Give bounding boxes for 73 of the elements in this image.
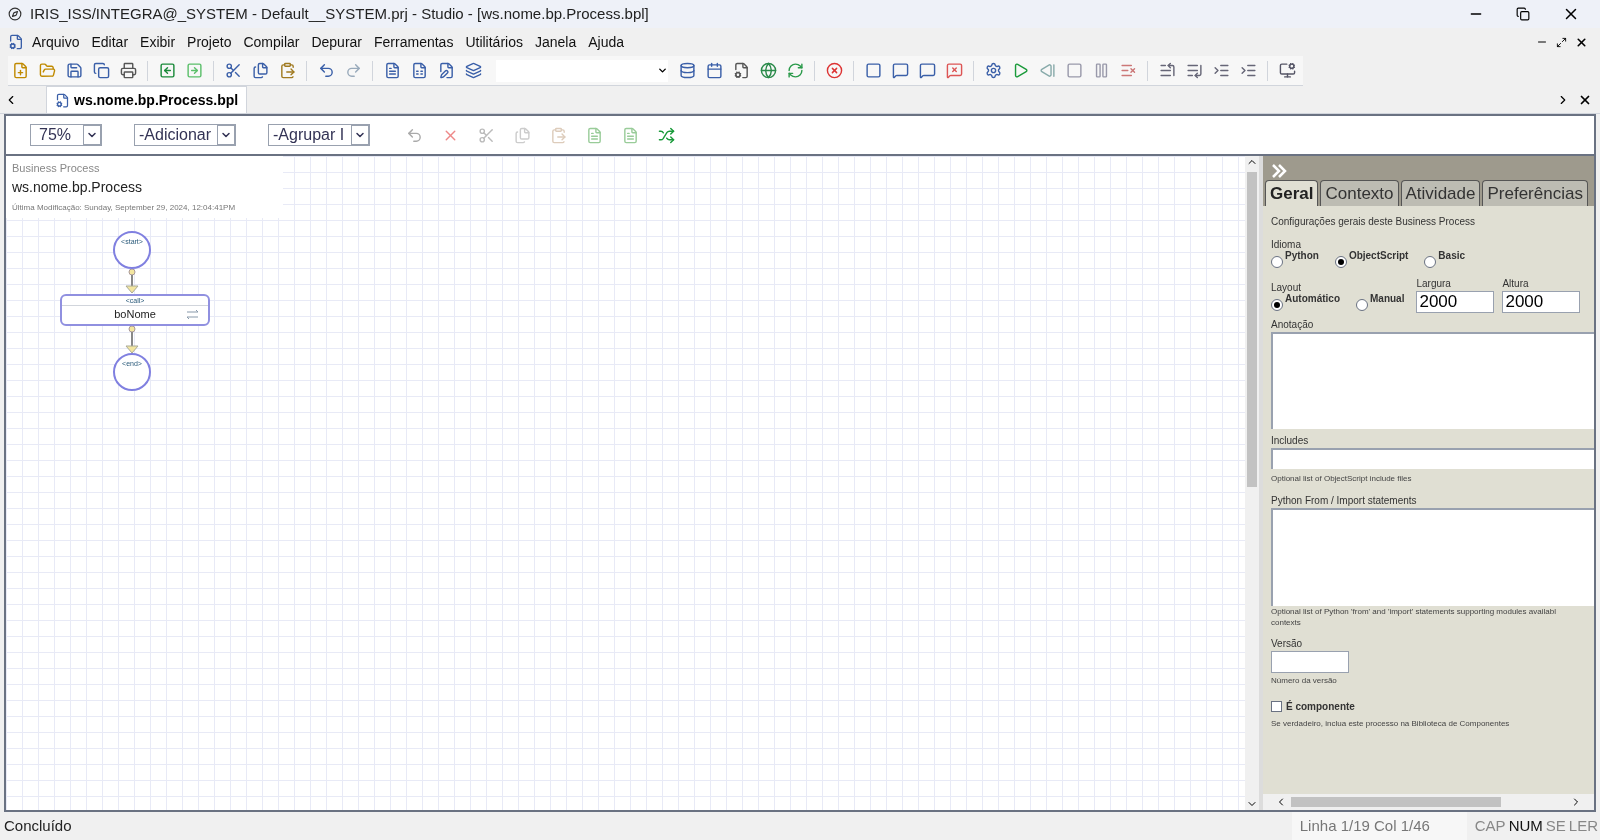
connector [125,268,139,294]
vertical-scrollbar[interactable] [1245,156,1259,810]
field-label: Anotação [1271,318,1315,332]
window-title: IRIS_ISS/INTEGRA@_SYSTEM - Default__SYSTEM.prj - Studio - [ws.nome.bp.Process.bpl] [30,3,649,24]
radio-button[interactable] [1271,299,1283,311]
cursor-position: Linha 1/19 Col 1/46 [1291,812,1467,840]
radio-label: Automático [1285,293,1340,306]
imports-field[interactable] [1271,508,1594,606]
document-tab[interactable]: ws.nome.bp.Process.bpl [46,86,248,113]
radio-button[interactable] [1334,256,1347,268]
checkbox[interactable] [1271,701,1282,712]
field-hint: contexts [1271,617,1302,628]
app-icon [8,7,22,21]
width-field[interactable]: 2000 [1416,291,1495,313]
field-label: Largura [1416,277,1452,291]
status-indicator: SE [1545,815,1566,836]
menu-item[interactable]: Utilitários [461,31,527,53]
panel-tab[interactable]: Preferências [1482,180,1588,206]
annotation-field[interactable] [1271,332,1594,429]
process-name: ws.nome.bp.Process [12,177,143,197]
process-type: Business Process [12,161,101,176]
radio-button[interactable] [1356,299,1368,311]
field-label: Python From / Import statements [1271,494,1418,508]
field-hint: Número da versão [1271,675,1338,687]
menu-item[interactable]: Exibir [136,31,180,53]
document-icon [55,92,70,108]
radio-label: Python [1285,249,1319,263]
status-indicator: LER [1568,815,1598,836]
close-document-icon[interactable] [1575,35,1588,49]
connector [125,325,139,354]
height-field[interactable]: 2000 [1502,291,1581,313]
menu-item[interactable]: Depurar [307,31,367,53]
dropdown-field[interactable] [496,59,668,82]
modified-date: Última Modificação: Sunday, September 29, 2024, 12:04:41PM [12,201,237,214]
panel-tab[interactable]: Atividade [1400,180,1481,206]
field-label: Includes [1271,434,1310,448]
checkbox-label: É componente [1286,699,1355,714]
panel-tab[interactable]: Contexto [1320,180,1399,206]
field-hint: Optional list of ObjectScript include files [1271,473,1413,485]
menu-item[interactable]: Arquivo [28,31,84,53]
field-label: Idioma [1271,238,1302,251]
includes-field[interactable] [1271,448,1594,469]
exchange-icon [186,310,200,319]
radio-label: Manual [1370,292,1405,306]
collapse-icon[interactable] [1271,164,1287,178]
menu-item[interactable]: Ajuda [584,31,629,53]
menu-item[interactable]: Compilar [239,31,304,53]
radio-button[interactable] [1424,256,1437,268]
radio-button[interactable] [1271,256,1283,268]
field-label: Altura [1502,277,1530,291]
menu-item[interactable]: Janela [530,31,581,53]
group-select[interactable]: -Agrupar I [268,124,370,146]
status-indicator: CAP [1474,815,1506,836]
menu-item[interactable]: Ferramentas [370,31,458,53]
restore-icon[interactable] [1516,7,1530,21]
panel-tab[interactable]: Geral [1265,180,1319,206]
restore-document-icon[interactable] [1556,36,1567,48]
version-field[interactable] [1271,651,1349,673]
field-hint: Se verdadeiro, inclua este processo na Biblioteca de Componentes [1271,718,1511,730]
menu-item[interactable]: Projeto [183,31,236,53]
menu-item[interactable]: Editar [87,31,133,53]
app-menu-icon[interactable] [8,34,24,50]
field-label: Versão [1271,637,1304,651]
caret-icon [657,65,668,76]
field-label: Layout [1271,281,1302,295]
zoom-select[interactable]: 75% [30,124,102,146]
add-select[interactable]: -Adicionar [134,124,236,146]
field-hint: Optional list of Python 'from' and 'import' statements supporting modules availabl [1271,606,1557,617]
radio-label: ObjectScript [1348,249,1409,263]
status-message: Concluído [3,815,72,836]
panel-description: Configurações gerais deste Business Process [1271,215,1476,229]
radio-label: Basic [1438,249,1466,263]
status-indicator: NUM [1508,815,1543,836]
